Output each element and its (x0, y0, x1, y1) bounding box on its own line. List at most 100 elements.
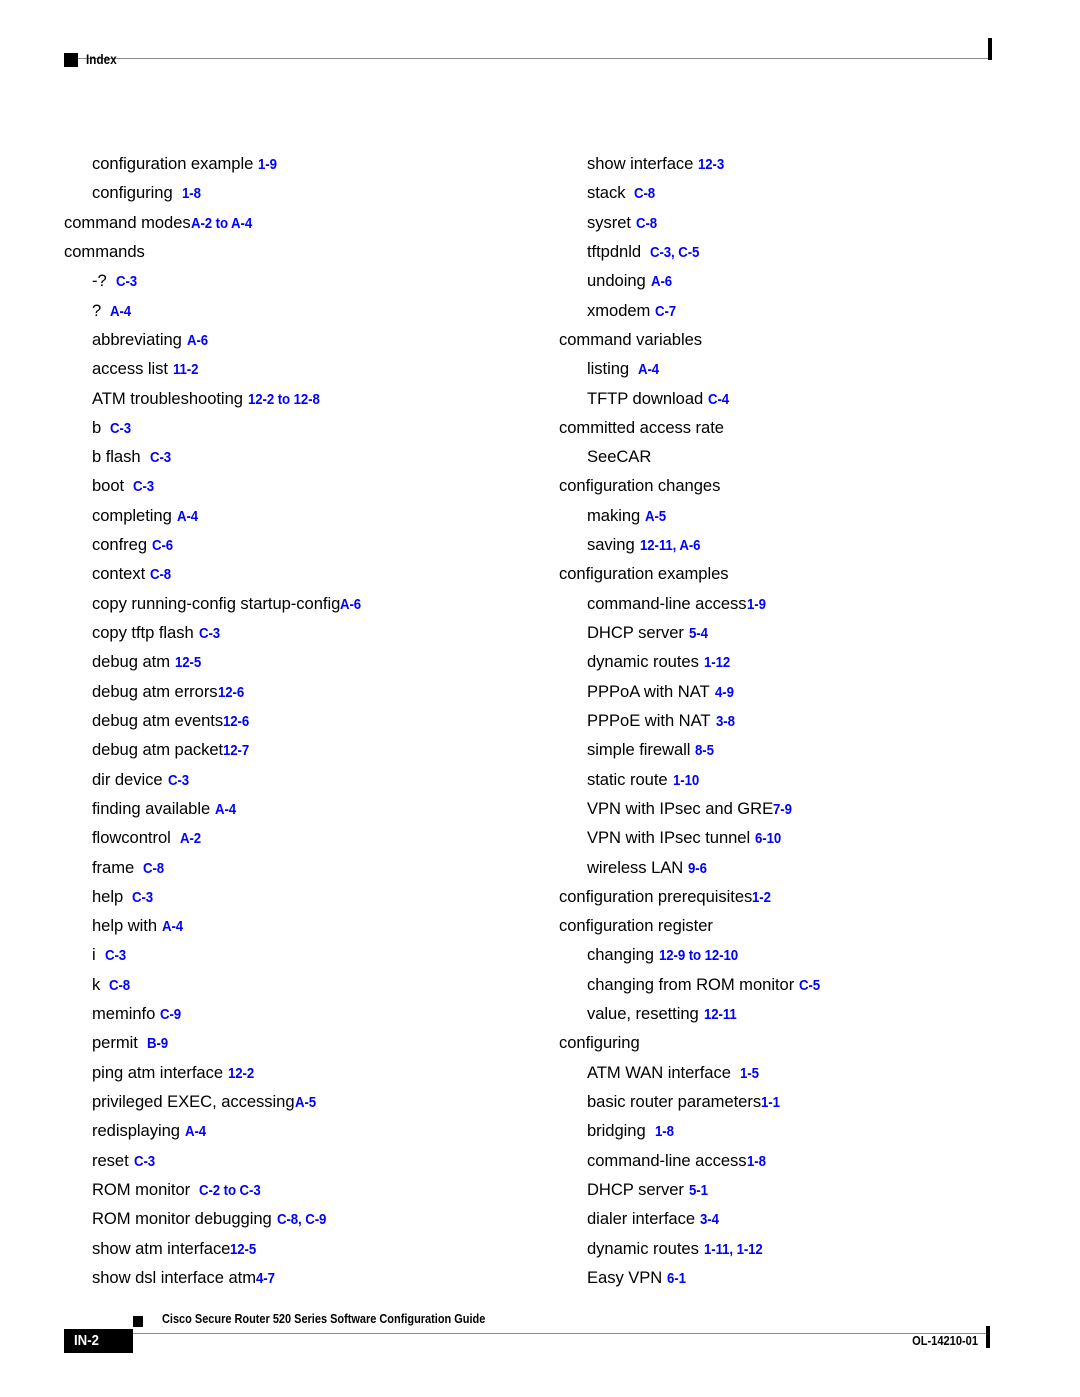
index-entry-locator[interactable]: 12-2 to 12-8 (248, 386, 320, 415)
index-entry: configuring 1-8 (64, 178, 534, 207)
index-entry-locator[interactable]: 11-2 (173, 356, 198, 385)
index-entry-locator[interactable]: 4-9 (715, 679, 734, 708)
index-entry-locator[interactable]: C-8 (634, 180, 655, 209)
index-entry-locator[interactable]: C-3 (116, 268, 137, 297)
index-entry-locator[interactable]: C-8, C-9 (277, 1206, 326, 1235)
index-entry: b flash C-3 (64, 442, 534, 471)
index-entry-locator[interactable]: 12-5 (230, 1236, 256, 1265)
index-entry-locator[interactable]: A-4 (185, 1118, 206, 1147)
index-entry-locator[interactable]: 12-3 (698, 151, 724, 180)
index-entry-term: redisplaying (92, 1121, 180, 1141)
index-entry-locator[interactable]: A-4 (162, 913, 183, 942)
index-entry-locator[interactable]: A-5 (645, 503, 666, 532)
index-entry-term: debug atm packet (92, 740, 224, 760)
index-entry-locator[interactable]: 1-11, 1-12 (704, 1236, 763, 1265)
index-entry-locator[interactable]: 1-8 (747, 1148, 766, 1177)
index-entry-locator[interactable]: C-3 (105, 942, 126, 971)
index-entry-locator[interactable]: C-3 (150, 444, 171, 473)
index-entry-locator[interactable]: A-4 (177, 503, 198, 532)
index-entry: dir device C-3 (64, 765, 534, 794)
index-entry-locator[interactable]: A-4 (215, 796, 236, 825)
index-entry-locator[interactable]: B-9 (147, 1030, 168, 1059)
index-entry-locator[interactable]: C-4 (708, 386, 729, 415)
index-entry-locator[interactable]: C-5 (799, 972, 820, 1001)
header-rule (78, 58, 990, 59)
index-entry-locator[interactable]: C-3 (134, 1148, 155, 1177)
index-entry-locator[interactable]: C-8 (109, 972, 130, 1001)
index-entry-locator[interactable]: A-6 (187, 327, 208, 356)
index-entry: permit B-9 (64, 1028, 534, 1057)
index-entry: access list 11-2 (64, 354, 534, 383)
index-entry-locator[interactable]: 1-10 (673, 767, 699, 796)
index-entry-locator[interactable]: 5-1 (689, 1177, 708, 1206)
index-entry-locator[interactable]: A-2 (180, 825, 201, 854)
index-entry-term: SeeCAR (587, 447, 652, 467)
index-entry-locator[interactable]: 12-9 to 12-10 (659, 942, 738, 971)
index-entry-locator[interactable]: C-8 (143, 855, 164, 884)
index-entry-term: ROM monitor debugging (92, 1209, 272, 1229)
index-entry-locator[interactable]: 1-9 (747, 591, 766, 620)
index-entry-locator[interactable]: A-5 (295, 1089, 316, 1118)
index-entry-locator[interactable]: C-9 (160, 1001, 181, 1030)
index-entry-term: ATM WAN interface (587, 1062, 731, 1082)
index-entry-locator[interactable]: 7-9 (773, 796, 792, 825)
index-entry: boot C-3 (64, 471, 534, 500)
index-entry-term: b (92, 417, 102, 437)
index-entry-locator[interactable]: C-7 (655, 298, 676, 327)
index-entry-locator[interactable]: A-6 (651, 268, 672, 297)
index-entry-locator[interactable]: 1-8 (182, 180, 201, 209)
index-entry-term: copy running-config startup-config (92, 593, 341, 613)
index-entry-locator[interactable]: 8-5 (695, 737, 714, 766)
index-entry-term: DHCP server (587, 623, 684, 642)
index-entry-locator[interactable]: 12-7 (223, 737, 249, 766)
index-entry-locator[interactable]: 1-9 (258, 151, 277, 180)
index-entry-locator[interactable]: A-2 to A-4 (191, 210, 252, 239)
index-entry-locator[interactable]: A-4 (638, 356, 659, 385)
index-entry-locator[interactable]: 6-10 (755, 825, 781, 854)
index-entry-locator[interactable]: C-2 to C-3 (199, 1177, 261, 1206)
index-entry-locator[interactable]: 1-1 (761, 1089, 780, 1118)
index-entry-locator[interactable]: 3-4 (700, 1206, 719, 1235)
index-entry-term: flowcontrol (92, 828, 171, 848)
index-entry-locator[interactable]: 12-11, A-6 (640, 532, 701, 561)
index-entry-term: listing (587, 359, 630, 379)
index-entry-locator[interactable]: C-3 (133, 473, 154, 502)
index-entry-locator[interactable]: 12-2 (228, 1060, 254, 1089)
footer-page-number: IN-2 (74, 1332, 99, 1349)
index-entry-locator[interactable]: 4-7 (256, 1265, 275, 1294)
index-entry: copy running-config startup-configA-6 (64, 589, 534, 618)
index-entry-locator[interactable]: 1-5 (740, 1060, 759, 1089)
index-entry-locator[interactable]: 12-6 (223, 708, 249, 737)
index-entry-locator[interactable]: A-4 (110, 298, 131, 327)
index-entry-term: command-line access (587, 1150, 747, 1170)
index-entry: xmodem C-7 (559, 296, 1029, 325)
index-entry: dialer interface 3-4 (559, 1204, 1029, 1233)
index-entry-locator[interactable]: C-3 (168, 767, 189, 796)
index-entry-locator[interactable]: 1-8 (655, 1118, 674, 1147)
index-entry-term: -? (92, 271, 107, 291)
index-entry-term: configuration example (92, 154, 254, 173)
index-entry-locator[interactable]: 12-11 (704, 1001, 737, 1030)
index-entry-locator[interactable]: C-8 (150, 561, 171, 590)
index-entry: debug atm packet12-7 (64, 735, 534, 764)
index-entry-locator[interactable]: 6-1 (667, 1265, 686, 1294)
index-entry-locator[interactable]: C-3 (110, 415, 131, 444)
index-entry-locator[interactable]: C-3, C-5 (650, 239, 699, 268)
index-entry: configuration examples (559, 559, 1029, 588)
index-entry-locator[interactable]: C-8 (636, 210, 657, 239)
index-entry-locator[interactable]: A-6 (340, 591, 361, 620)
index-entry-term: show interface (587, 154, 694, 173)
index-entry-locator[interactable]: 1-2 (752, 884, 771, 913)
index-entry-locator[interactable]: 9-6 (688, 855, 707, 884)
index-entry-locator[interactable]: C-6 (152, 532, 173, 561)
index-entry-term: debug atm (92, 652, 170, 672)
index-entry-locator[interactable]: 5-4 (689, 620, 708, 649)
index-entry-locator[interactable]: 1-12 (704, 649, 730, 678)
index-entry-locator[interactable]: 3-8 (716, 708, 735, 737)
footer-end-tick (986, 1326, 990, 1348)
index-entry-locator[interactable]: C-3 (199, 620, 220, 649)
index-entry-locator[interactable]: 12-6 (218, 679, 244, 708)
index-entry-locator[interactable]: 12-5 (175, 649, 201, 678)
index-entry-term: ATM troubleshooting (92, 388, 243, 408)
index-entry-locator[interactable]: C-3 (132, 884, 153, 913)
